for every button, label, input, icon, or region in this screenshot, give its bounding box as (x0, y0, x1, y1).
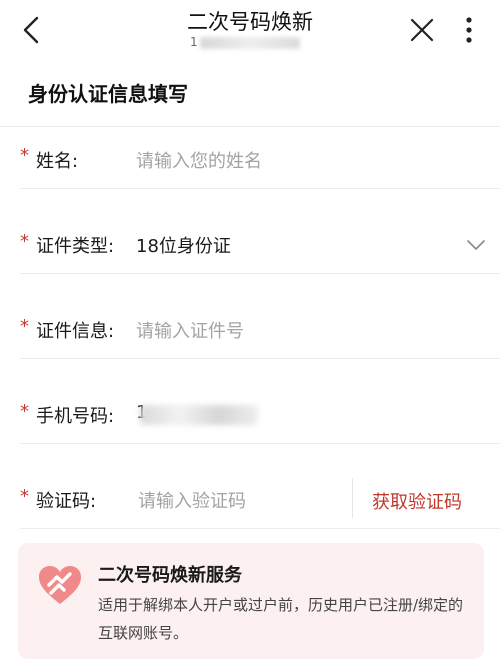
name-label: 姓名: (36, 151, 79, 172)
id-type-label: 证件类型: (36, 236, 115, 257)
card-title: 二次号码焕新服务 (98, 565, 242, 586)
divider (20, 528, 500, 529)
vertical-divider (352, 478, 353, 518)
get-code-button[interactable]: 获取验证码 (372, 488, 462, 514)
required-mark: * (20, 316, 29, 337)
nav-bar: 二次号码焕新 1 (0, 0, 500, 62)
code-row: * 验证码: 请输入验证码 获取验证码 (0, 444, 500, 529)
id-type-row[interactable]: * 证件类型: 18位身份证 (0, 189, 500, 274)
phone-row: * 手机号码: 1 (0, 359, 500, 444)
chevron-down-icon[interactable] (466, 238, 486, 252)
masked-phone-blur (140, 405, 258, 425)
id-number-label: 证件信息: (36, 321, 115, 342)
required-mark: * (20, 401, 29, 422)
phone-label: 手机号码: (36, 406, 115, 427)
masked-phone-blur (200, 37, 300, 49)
more-vertical-icon[interactable] (455, 12, 483, 48)
masked-phone-prefix: 1 (190, 35, 198, 49)
id-number-row: * 证件信息: 请输入证件号 (0, 274, 500, 359)
required-mark: * (20, 231, 29, 252)
required-mark: * (20, 145, 29, 166)
form-title: 身份认证信息填写 (28, 82, 188, 106)
name-input[interactable]: 请输入您的姓名 (136, 147, 262, 173)
id-number-input[interactable]: 请输入证件号 (136, 317, 244, 343)
required-mark: * (20, 486, 29, 507)
close-icon[interactable] (404, 12, 440, 48)
nav-subtitle: 1 (190, 35, 310, 51)
service-info-card: 二次号码焕新服务 适用于解绑本人开户或过户前，历史用户已注册/绑定的互联网账号。 (18, 543, 484, 659)
heart-link-icon (39, 566, 81, 604)
card-description: 适用于解绑本人开户或过户前，历史用户已注册/绑定的互联网账号。 (98, 596, 464, 642)
code-label: 验证码: (36, 491, 97, 512)
id-type-select[interactable]: 18位身份证 (136, 232, 231, 258)
code-input[interactable]: 请输入验证码 (138, 487, 246, 513)
